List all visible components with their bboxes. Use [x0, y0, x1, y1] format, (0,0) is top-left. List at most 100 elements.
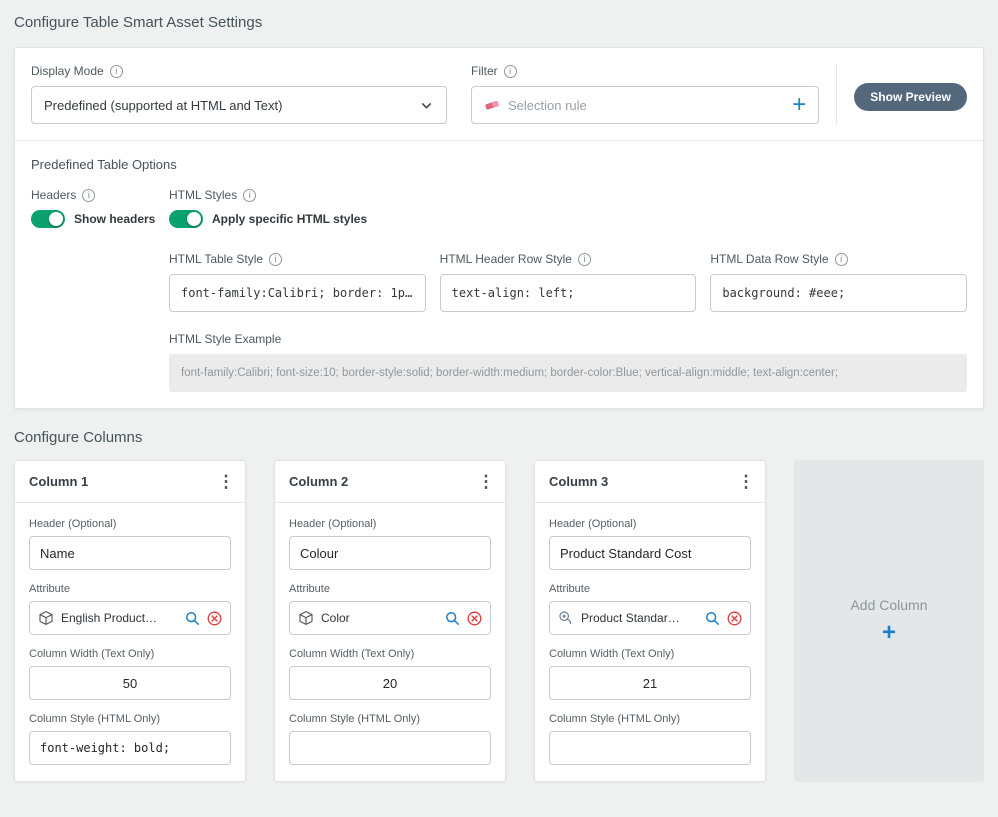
column-card-header: Column 3 ⋮ — [535, 461, 765, 503]
columns-row: Column 1 ⋮ Header (Optional) Name Attrib… — [14, 460, 984, 782]
html-header-row-style-group: HTML Header Row Style i text-align: left… — [440, 252, 697, 312]
header-input[interactable]: Product Standard Cost — [549, 536, 751, 570]
search-icon[interactable] — [445, 611, 460, 626]
attribute-label: Attribute — [29, 583, 231, 595]
html-header-row-style-label-text: HTML Header Row Style — [440, 252, 572, 266]
display-mode-label-text: Display Mode — [31, 64, 104, 78]
column-width-label: Column Width (Text Only) — [549, 648, 751, 660]
info-icon[interactable]: i — [243, 189, 256, 202]
html-table-style-input[interactable]: font-family:Calibri; border: 1px s — [169, 274, 426, 312]
header-value: Product Standard Cost — [560, 546, 692, 561]
kebab-menu-icon[interactable]: ⋮ — [473, 473, 499, 490]
search-icon[interactable] — [705, 611, 720, 626]
display-mode-group: Display Mode i Predefined (supported at … — [31, 64, 447, 124]
display-mode-value: Predefined (supported at HTML and Text) — [44, 98, 282, 113]
html-style-example-group: HTML Style Example font-family:Calibri; … — [169, 332, 967, 392]
clear-icon[interactable] — [207, 611, 222, 626]
column-width-input[interactable]: 50 — [29, 666, 231, 700]
html-style-example-label: HTML Style Example — [169, 332, 967, 346]
options-row: Headers i Show headers HTML Styles i App… — [31, 188, 967, 392]
apply-html-styles-toggle-label: Apply specific HTML styles — [212, 212, 367, 226]
add-column-button[interactable]: Add Column + — [794, 460, 984, 782]
column-style-input[interactable] — [289, 731, 491, 765]
info-icon[interactable]: i — [269, 253, 282, 266]
column-style-input[interactable]: font-weight: bold; — [29, 731, 231, 765]
column-style-label: Column Style (HTML Only) — [549, 713, 751, 725]
page: Configure Table Smart Asset Settings Dis… — [0, 0, 998, 782]
add-column-label: Add Column — [850, 597, 927, 613]
clear-icon[interactable] — [467, 611, 482, 626]
header-value: Colour — [300, 546, 338, 561]
attribute-label: Attribute — [549, 583, 751, 595]
section-divider — [15, 140, 983, 141]
show-preview-button[interactable]: Show Preview — [854, 83, 967, 111]
filter-input[interactable]: Selection rule + — [471, 86, 819, 124]
info-icon[interactable]: i — [504, 65, 517, 78]
cube-icon — [298, 610, 314, 626]
attribute-value: Product Standar… — [581, 611, 698, 625]
info-icon[interactable]: i — [110, 65, 123, 78]
html-styles-group: HTML Styles i Apply specific HTML styles… — [169, 188, 967, 392]
search-icon[interactable] — [185, 611, 200, 626]
html-styles-label: HTML Styles i — [169, 188, 967, 202]
column-width-input[interactable]: 20 — [289, 666, 491, 700]
display-mode-label: Display Mode i — [31, 64, 447, 78]
html-table-style-value: font-family:Calibri; border: 1px s — [181, 286, 414, 300]
info-icon[interactable]: i — [578, 253, 591, 266]
html-styles-label-text: HTML Styles — [169, 188, 237, 202]
column-width-label: Column Width (Text Only) — [29, 648, 231, 660]
show-headers-toggle-row: Show headers — [31, 210, 169, 228]
configure-columns-title: Configure Columns — [14, 429, 984, 446]
column-card-2: Column 2 ⋮ Header (Optional) Colour Attr… — [274, 460, 506, 782]
column-width-value: 21 — [643, 676, 657, 691]
apply-html-styles-toggle[interactable] — [169, 210, 203, 228]
settings-top-row: Display Mode i Predefined (supported at … — [31, 64, 967, 124]
attribute-input[interactable]: English Product… — [29, 601, 231, 635]
kebab-menu-icon[interactable]: ⋮ — [733, 473, 759, 490]
page-title: Configure Table Smart Asset Settings — [14, 14, 984, 31]
column-style-label: Column Style (HTML Only) — [289, 713, 491, 725]
column-style-input[interactable] — [549, 731, 751, 765]
selection-rule-icon — [484, 97, 500, 113]
column-style-value: font-weight: bold; — [40, 741, 170, 755]
show-headers-toggle[interactable] — [31, 210, 65, 228]
filter-label-text: Filter — [471, 64, 498, 78]
html-table-style-group: HTML Table Style i font-family:Calibri; … — [169, 252, 426, 312]
column-card-body: Header (Optional) Product Standard Cost … — [535, 503, 765, 781]
column-card-header: Column 2 ⋮ — [275, 461, 505, 503]
html-data-row-style-label: HTML Data Row Style i — [710, 252, 967, 266]
attribute-input[interactable]: Color — [289, 601, 491, 635]
html-table-style-label: HTML Table Style i — [169, 252, 426, 266]
vertical-divider — [836, 64, 837, 124]
kebab-menu-icon[interactable]: ⋮ — [213, 473, 239, 490]
html-header-row-style-label: HTML Header Row Style i — [440, 252, 697, 266]
plus-icon: + — [882, 621, 896, 645]
attribute-value: Color — [321, 611, 438, 625]
headers-label: Headers i — [31, 188, 169, 202]
attribute-input[interactable]: Product Standar… — [549, 601, 751, 635]
html-header-row-style-input[interactable]: text-align: left; — [440, 274, 697, 312]
column-width-label: Column Width (Text Only) — [289, 648, 491, 660]
header-value: Name — [40, 546, 75, 561]
attribute-label: Attribute — [289, 583, 491, 595]
clear-icon[interactable] — [727, 611, 742, 626]
info-icon[interactable]: i — [835, 253, 848, 266]
add-filter-button[interactable]: + — [792, 93, 806, 117]
headers-label-text: Headers — [31, 188, 76, 202]
header-optional-label: Header (Optional) — [289, 518, 491, 530]
info-icon[interactable]: i — [82, 189, 95, 202]
column-card-body: Header (Optional) Name Attribute English… — [15, 503, 245, 781]
html-data-row-style-label-text: HTML Data Row Style — [710, 252, 828, 266]
column-card-1: Column 1 ⋮ Header (Optional) Name Attrib… — [14, 460, 246, 782]
column-width-value: 20 — [383, 676, 397, 691]
html-data-row-style-value: background: #eee; — [722, 286, 845, 300]
html-data-row-style-input[interactable]: background: #eee; — [710, 274, 967, 312]
html-header-row-style-value: text-align: left; — [452, 286, 575, 300]
display-mode-select[interactable]: Predefined (supported at HTML and Text) — [31, 86, 447, 124]
html-data-row-style-group: HTML Data Row Style i background: #eee; — [710, 252, 967, 312]
header-input[interactable]: Colour — [289, 536, 491, 570]
column-title: Column 3 — [549, 474, 608, 489]
column-width-input[interactable]: 21 — [549, 666, 751, 700]
measure-attribute-icon — [558, 610, 574, 626]
header-input[interactable]: Name — [29, 536, 231, 570]
